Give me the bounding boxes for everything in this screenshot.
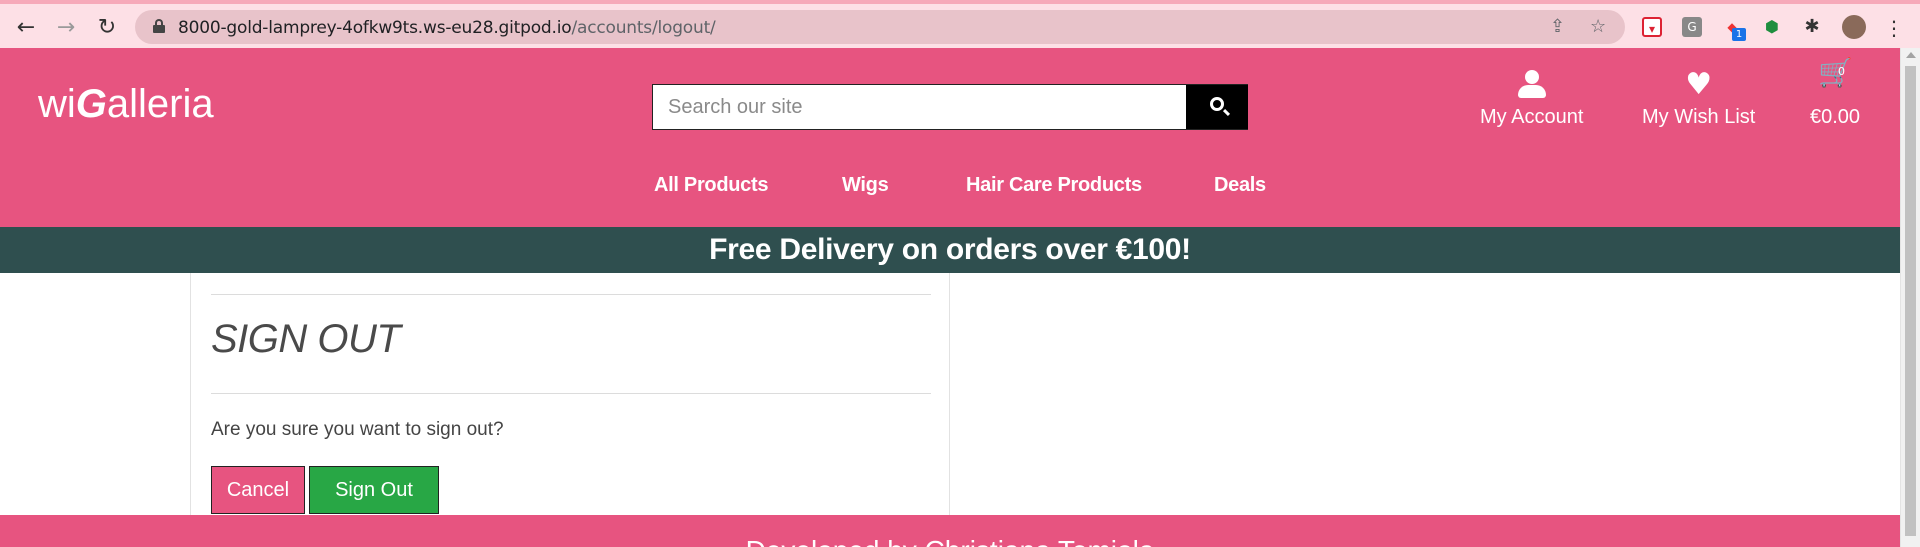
my-account-link[interactable]: My Account (1480, 68, 1583, 129)
divider (211, 294, 931, 295)
browser-toolbar: ← → ↻ 8000-gold-lamprey-4ofkw9ts.ws-eu28… (0, 0, 1920, 48)
scroll-thumb[interactable] (1905, 66, 1916, 536)
extension-badge: 1 (1732, 28, 1746, 41)
search-form (652, 84, 1248, 130)
address-bar[interactable]: 8000-gold-lamprey-4ofkw9ts.ws-eu28.gitpo… (135, 10, 1625, 44)
reload-icon[interactable]: ↻ (93, 14, 121, 42)
signout-panel: SIGN OUT Are you sure you want to sign o… (190, 273, 950, 515)
search-input[interactable] (653, 85, 1185, 129)
divider (211, 393, 931, 394)
site-footer: Developed by Christiana Temiola (0, 515, 1900, 547)
page-scrollbar[interactable] (1900, 48, 1920, 547)
search-button[interactable] (1186, 85, 1248, 129)
tab-extension-icon[interactable]: ◆ 1 (1722, 17, 1746, 41)
page-title: SIGN OUT (211, 317, 401, 361)
url-text[interactable]: 8000-gold-lamprey-4ofkw9ts.ws-eu28.gitpo… (178, 18, 716, 38)
site-logo[interactable]: wiGalleria (38, 82, 214, 127)
cart-total: €0.00 (1810, 106, 1861, 128)
nav-hair-care-products[interactable]: Hair Care Products (966, 174, 1142, 197)
bookmark-star-icon[interactable]: ☆ (1590, 16, 1606, 37)
heart-icon: ♥ (1685, 67, 1713, 102)
search-icon (1210, 97, 1224, 111)
cart-count: 0 (1838, 65, 1846, 78)
shield-extension-icon[interactable]: ⬢ (1762, 17, 1782, 37)
pocket-extension-icon[interactable]: ▾ (1642, 17, 1662, 37)
signout-question: Are you sure you want to sign out? (211, 419, 504, 440)
nav-deals[interactable]: Deals (1214, 174, 1266, 197)
grammar-extension-icon[interactable]: G (1682, 17, 1702, 37)
nav-all-products[interactable]: All Products (654, 174, 769, 197)
menu-kebab-icon[interactable]: ⋮ (1880, 14, 1908, 42)
site-header: wiGalleria My Account ♥ My Wish List 🛒0 … (0, 48, 1900, 227)
extensions-puzzle-icon[interactable]: ✱ (1802, 17, 1822, 37)
cart-link[interactable]: 🛒 0 €0.00 (1810, 58, 1860, 129)
lock-icon[interactable] (153, 19, 165, 33)
footer-credit: Developed by Christiana Temiola (0, 535, 1900, 547)
delivery-banner: Free Delivery on orders over €100! (0, 227, 1900, 273)
back-arrow-icon[interactable]: ← (12, 14, 40, 42)
forward-arrow-icon[interactable]: → (52, 14, 80, 42)
sign-out-button[interactable]: Sign Out (309, 466, 439, 514)
user-icon (1517, 68, 1547, 102)
cart-icon: 🛒 0 (1818, 56, 1853, 89)
nav-wigs[interactable]: Wigs (842, 174, 889, 197)
scroll-up-arrow-icon[interactable] (1906, 52, 1916, 58)
wishlist-link[interactable]: ♥ My Wish List (1642, 68, 1755, 129)
share-icon[interactable]: ⇪ (1550, 16, 1565, 37)
profile-avatar[interactable] (1842, 15, 1866, 39)
cancel-button[interactable]: Cancel (211, 466, 305, 514)
